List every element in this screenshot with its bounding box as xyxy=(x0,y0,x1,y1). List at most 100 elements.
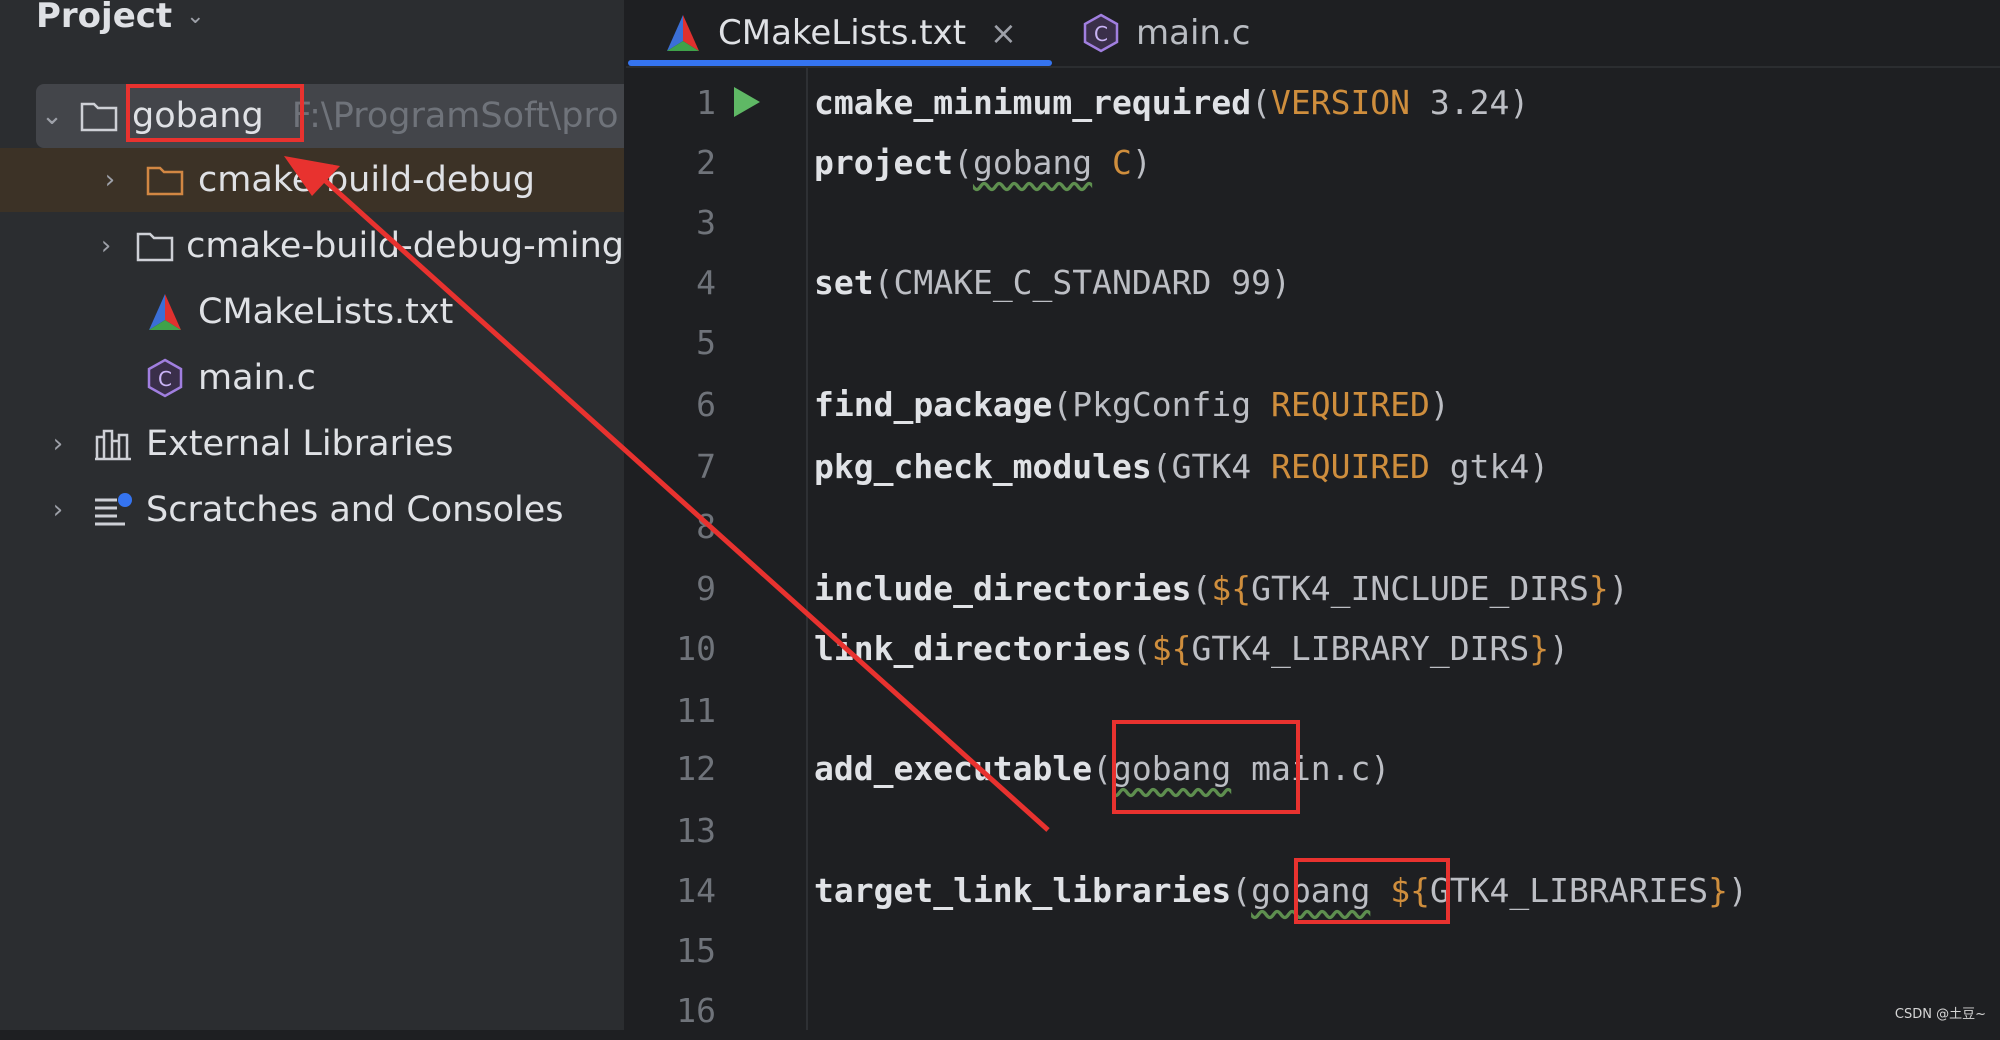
code-text: link_directories(${GTK4_LIBRARY_DIRS}) xyxy=(814,629,1569,668)
tree-item-label: cmake-build-debug xyxy=(198,160,536,200)
command: set xyxy=(814,262,874,302)
tree-item-label: CMakeLists.txt xyxy=(198,292,454,332)
code-line[interactable]: 1 cmake_minimum_required(VERSION 3.24) xyxy=(626,72,2000,132)
tree-item-gobang[interactable]: ⌄ gobang F:\ProgramSoft\pro xyxy=(36,84,624,148)
code-line[interactable]: 10 link_directories(${GTK4_LIBRARY_DIRS}… xyxy=(626,618,2000,678)
code-line[interactable]: 4 set(CMAKE_C_STANDARD 99) xyxy=(626,252,2000,312)
line-number: 15 xyxy=(676,930,716,970)
code-line[interactable]: 2 project(gobang C) xyxy=(626,132,2000,192)
tree-item-label: cmake-build-debug-ming xyxy=(186,226,624,266)
code-line[interactable]: 9 include_directories(${GTK4_INCLUDE_DIR… xyxy=(626,558,2000,618)
args: (CMAKE_C_STANDARD 99) xyxy=(873,262,1291,302)
tab-cmakelists[interactable]: CMakeLists.txt × xyxy=(662,0,1017,66)
line-number: 16 xyxy=(676,990,716,1030)
code-line[interactable]: 7 pkg_check_modules(GTK4 REQUIRED gtk4) xyxy=(626,436,2000,496)
command: add_executable xyxy=(814,748,1093,788)
scratches-icon xyxy=(92,489,134,531)
code-line[interactable]: 3 xyxy=(626,192,2000,252)
c-file-icon: C xyxy=(1080,12,1122,54)
tree-item-cmake-build-debug-ming[interactable]: › cmake-build-debug-ming xyxy=(0,214,624,278)
tree-item-external-libraries[interactable]: › External Libraries xyxy=(0,412,624,476)
args: main.c) xyxy=(1231,748,1391,788)
editor-area: CMakeLists.txt × C main.c 1 cmake_minimu… xyxy=(626,0,2000,1030)
library-icon xyxy=(92,423,134,465)
args: ) xyxy=(1429,384,1450,424)
folder-icon xyxy=(78,95,120,137)
code-line[interactable]: 5 xyxy=(626,312,2000,372)
code-text: pkg_check_modules(GTK4 REQUIRED gtk4) xyxy=(814,447,1549,486)
tree-item-label: External Libraries xyxy=(146,424,454,464)
run-icon[interactable] xyxy=(734,87,760,117)
var-open: ${ xyxy=(1390,870,1430,910)
line-number: 13 xyxy=(676,810,716,850)
svg-text:C: C xyxy=(1094,22,1108,46)
chevron-right-icon[interactable]: › xyxy=(44,429,72,459)
code-line[interactable]: 8 xyxy=(626,496,2000,556)
command: target_link_libraries xyxy=(814,870,1232,910)
code-line[interactable]: 11 xyxy=(626,680,2000,740)
chevron-right-icon[interactable]: › xyxy=(96,165,124,195)
punct: (GTK4 xyxy=(1151,446,1271,486)
tab-main-c[interactable]: C main.c xyxy=(1080,0,1250,66)
chevron-down-icon: ⌄ xyxy=(186,3,205,29)
args: ) xyxy=(1727,870,1748,910)
command: find_package xyxy=(814,384,1053,424)
editor-tab-bar: CMakeLists.txt × C main.c xyxy=(626,0,2000,68)
command: pkg_check_modules xyxy=(814,446,1152,486)
args: ) xyxy=(1608,568,1629,608)
close-icon[interactable]: × xyxy=(990,14,1017,52)
code-text: project(gobang C) xyxy=(814,143,1152,182)
project-tool-window: Project ⌄ ⌄ gobang F:\ProgramSoft\pro › … xyxy=(0,0,626,1030)
folder-excluded-icon xyxy=(144,159,186,201)
c-file-icon: C xyxy=(144,357,186,399)
command: include_directories xyxy=(814,568,1192,608)
code-line[interactable]: 15 xyxy=(626,920,2000,980)
tree-item-label: gobang xyxy=(132,96,264,136)
tree-item-label: Scratches and Consoles xyxy=(146,490,564,530)
var-open: ${ xyxy=(1211,568,1252,608)
command: link_directories xyxy=(814,628,1132,668)
line-number: 2 xyxy=(696,142,716,182)
code-line[interactable]: 14 target_link_libraries(gobang ${GTK4_L… xyxy=(626,860,2000,920)
code-text: find_package(PkgConfig REQUIRED) xyxy=(814,385,1450,424)
punct: ( xyxy=(953,142,973,182)
project-name: gobang xyxy=(972,142,1093,182)
svg-text:C: C xyxy=(158,367,172,391)
punct: ( xyxy=(1131,628,1152,668)
variable: GTK4_INCLUDE_DIRS xyxy=(1251,568,1589,608)
cmake-icon xyxy=(662,12,704,54)
punct: ( xyxy=(1231,870,1252,910)
line-number: 5 xyxy=(696,322,716,362)
target-name: gobang xyxy=(1251,870,1371,910)
chevron-right-icon[interactable]: › xyxy=(96,231,116,261)
watermark: CSDN @土豆~ xyxy=(1894,1007,1986,1022)
code-text: include_directories(${GTK4_INCLUDE_DIRS}… xyxy=(814,569,1629,608)
chevron-down-icon[interactable]: ⌄ xyxy=(38,101,66,131)
var-close: } xyxy=(1588,568,1609,608)
punct: ( xyxy=(1092,748,1113,788)
chevron-right-icon[interactable]: › xyxy=(44,495,72,525)
code-text: target_link_libraries(gobang ${GTK4_LIBR… xyxy=(814,871,1748,910)
code-line[interactable]: 6 find_package(PkgConfig REQUIRED) xyxy=(626,374,2000,434)
code-text: add_executable(gobang main.c) xyxy=(814,749,1390,788)
tree-item-scratches-consoles[interactable]: › Scratches and Consoles xyxy=(0,478,624,542)
command: cmake_minimum_required xyxy=(814,82,1252,122)
args: ) xyxy=(1549,628,1570,668)
line-number: 3 xyxy=(696,202,716,242)
code-line[interactable]: 12 add_executable(gobang main.c) xyxy=(626,738,2000,798)
tree-item-cmake-build-debug[interactable]: › cmake-build-debug xyxy=(0,148,624,212)
tree-item-main-c[interactable]: C main.c xyxy=(0,346,624,410)
tree-item-cmakelists[interactable]: CMakeLists.txt xyxy=(0,280,624,344)
project-view-selector[interactable]: Project ⌄ xyxy=(36,0,205,38)
line-number: 10 xyxy=(676,628,716,668)
punct: (PkgConfig xyxy=(1052,384,1271,424)
code-text: set(CMAKE_C_STANDARD 99) xyxy=(814,263,1291,302)
code-line[interactable]: 13 xyxy=(626,800,2000,860)
variable: GTK4_LIBRARIES xyxy=(1429,870,1709,910)
project-title: Project xyxy=(36,0,173,36)
project-path: F:\ProgramSoft\pro xyxy=(291,96,619,136)
code-line[interactable]: 16 xyxy=(626,980,2000,1040)
args: gtk4) xyxy=(1429,446,1550,486)
